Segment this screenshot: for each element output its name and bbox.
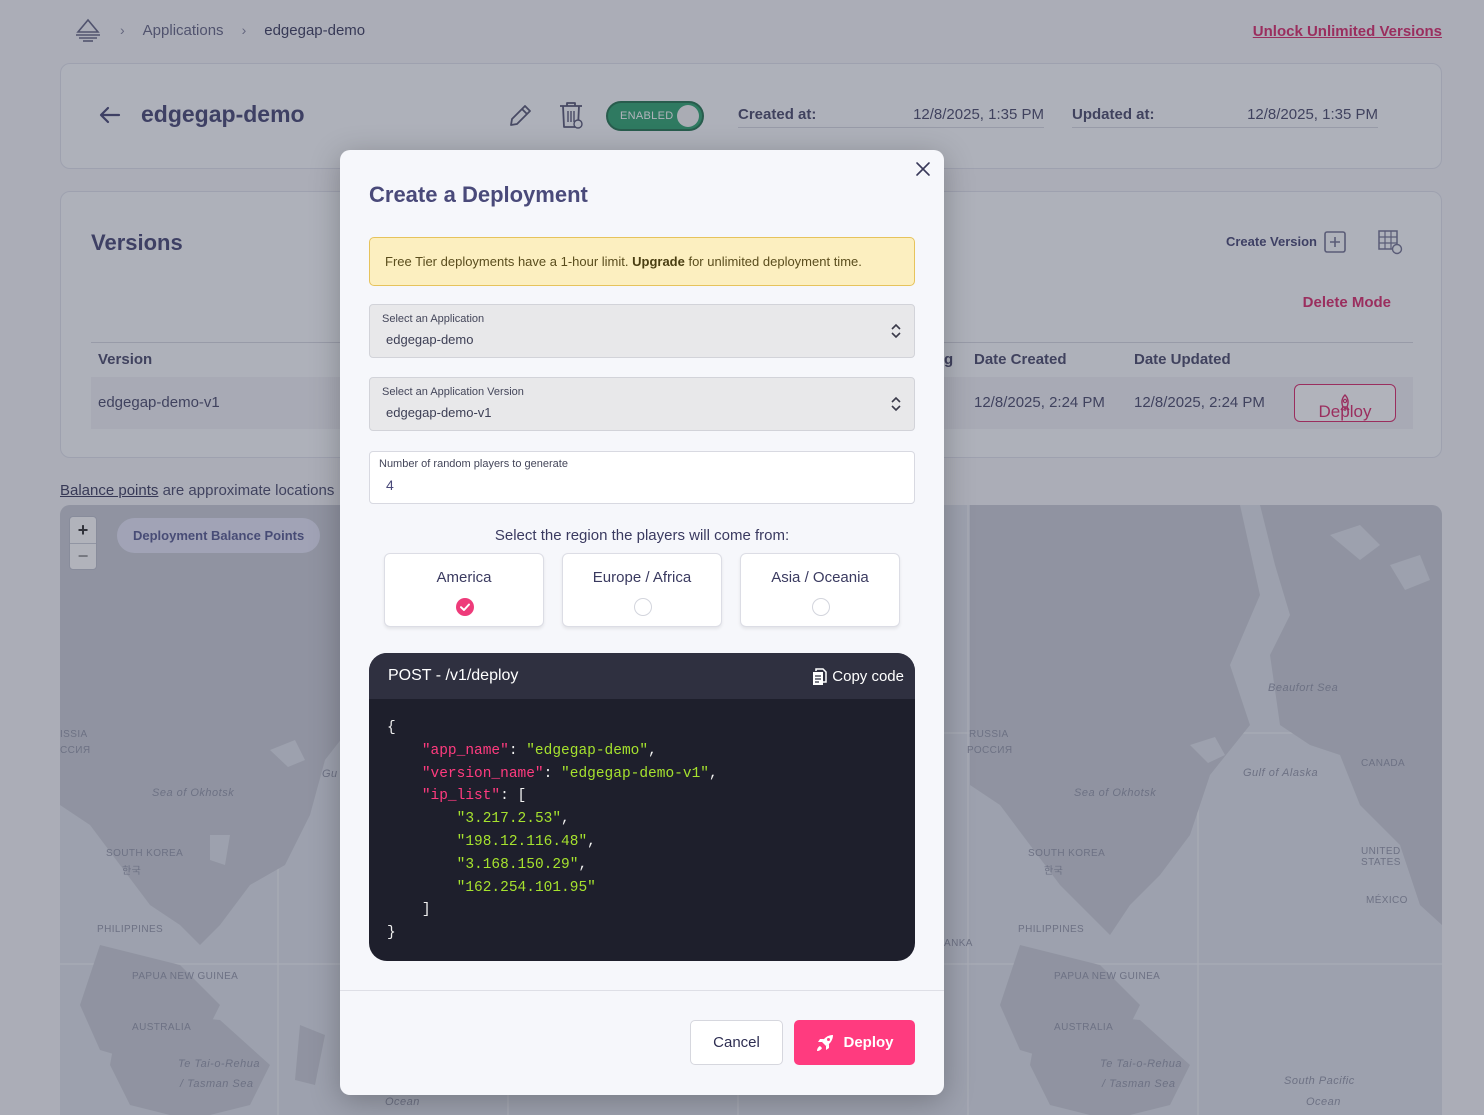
cancel-button[interactable]: Cancel [690,1020,783,1065]
notice-text-pre: Free Tier deployments have a 1-hour limi… [385,254,633,269]
create-deployment-modal: Create a Deployment Free Tier deployment… [340,150,944,1095]
code-token: { [387,720,396,736]
code-string: "3.217.2.53" [456,811,562,828]
application-select[interactable]: Select an Application edgegap-demo [369,304,915,358]
region-option-asia-oceania[interactable]: Asia / Oceania [740,553,900,627]
rocket-icon [817,1034,834,1051]
code-line: "162.254.101.95" [387,877,915,900]
code-string: "198.12.116.48" [456,833,588,850]
notice-text-post: for unlimited deployment time. [684,254,862,269]
code-line: { [387,717,915,740]
request-code-block: POST - /v1/deploy Copy code { "app_name"… [369,653,915,961]
region-heading: Select the region the players will come … [494,527,790,544]
region-name: Europe / Africa [592,569,692,586]
deploy-button[interactable]: Deploy [794,1020,915,1065]
players-count-label: Number of random players to generate [379,458,568,470]
code-endpoint: POST - /v1/deploy [388,667,519,684]
region-radio[interactable] [812,598,830,616]
code-key: "ip_list" [421,788,501,805]
code-line: ] [387,899,915,922]
code-string: "3.168.150.29" [456,856,579,873]
code-key: "version_name" [421,765,544,782]
region-radio[interactable] [634,598,652,616]
region-name: Asia / Oceania [771,569,869,586]
deploy-label: Deploy [843,1034,894,1051]
version-select-label: Select an Application Version [382,386,524,398]
code-key: "app_name" [421,742,509,759]
code-token: } [387,925,396,942]
free-tier-notice: Free Tier deployments have a 1-hour limi… [369,237,915,286]
region-name: America [436,569,492,586]
code-string: "162.254.101.95" [456,879,596,896]
modal-footer-divider [340,990,944,991]
code-line: "version_name": "edgegap-demo-v1", [421,765,718,782]
chevron-up-down-icon [891,396,901,412]
close-icon[interactable] [912,158,934,180]
players-count-input[interactable] [378,475,878,495]
players-count-field: Number of random players to generate [369,451,915,504]
code-string: "edgegap-demo-v1" [561,765,709,782]
code-string: "edgegap-demo" [526,742,649,759]
code-body: { "app_name": "edgegap-demo", "version_n… [369,699,915,945]
region-option-europe-africa[interactable]: Europe / Africa [562,553,722,627]
code-line: "198.12.116.48", [456,833,596,850]
code-line: "ip_list": [ [421,788,527,805]
version-select[interactable]: Select an Application Version edgegap-de… [369,377,915,431]
chevron-up-down-icon [891,323,901,339]
application-select-value: edgegap-demo [386,332,474,347]
code-token: ] [421,902,431,919]
modal-title: Create a Deployment [369,182,588,207]
version-select-value: edgegap-demo-v1 [386,405,492,420]
upgrade-link[interactable]: Upgrade [632,254,685,269]
code-line: "app_name": "edgegap-demo", [421,742,657,759]
application-select-label: Select an Application [382,313,485,325]
checkmark-icon [460,603,470,611]
code-header: POST - /v1/deploy Copy code [369,653,915,699]
code-line: "3.168.150.29", [456,856,588,873]
code-line: "3.217.2.53", [456,811,570,828]
copy-code-label: Copy code [832,667,904,685]
code-line: } [387,922,915,945]
region-option-america[interactable]: America [384,553,544,627]
copy-icon [813,667,828,685]
copy-code-button[interactable]: Copy code [811,667,904,686]
region-radio-checked[interactable] [456,598,474,616]
